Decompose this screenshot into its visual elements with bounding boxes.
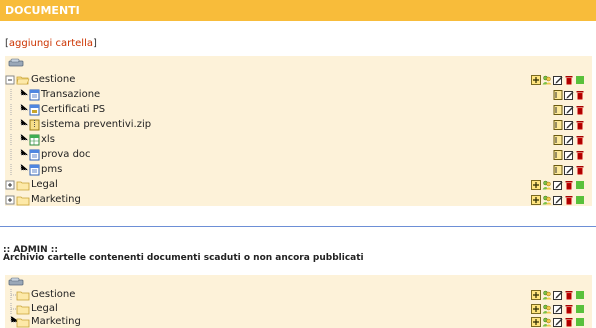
tree-file-transazione[interactable]: Transazione xyxy=(5,89,592,101)
edit-icon[interactable] xyxy=(564,105,574,115)
tree-file-prova-doc[interactable]: prova doc xyxy=(5,149,592,161)
delete-icon[interactable] xyxy=(575,120,585,130)
documents-tree-panel: Gestione Transazione Certificati PS sist… xyxy=(5,56,592,206)
document-icon xyxy=(29,89,40,101)
file-label[interactable]: xls xyxy=(41,134,55,146)
tree-folder-label[interactable]: Gestione xyxy=(31,74,75,86)
delete-icon[interactable] xyxy=(564,317,574,327)
admin-folder-marketing[interactable]: Marketing xyxy=(5,316,592,328)
tree-file-certificati[interactable]: Certificati PS xyxy=(5,104,592,116)
add-file-icon[interactable] xyxy=(531,180,541,190)
edit-icon[interactable] xyxy=(553,75,563,85)
edit-icon[interactable] xyxy=(564,150,574,160)
folder-icon xyxy=(16,318,30,328)
edit-icon[interactable] xyxy=(553,195,563,205)
users-icon[interactable] xyxy=(542,290,552,300)
edit-icon[interactable] xyxy=(564,135,574,145)
tree-folder-label[interactable]: Legal xyxy=(31,179,58,191)
spreadsheet-icon xyxy=(29,134,40,146)
add-file-icon[interactable] xyxy=(531,304,541,314)
edit-icon[interactable] xyxy=(564,165,574,175)
tree-folder-label[interactable]: Marketing xyxy=(31,194,81,206)
file-label[interactable]: pms xyxy=(41,164,62,176)
admin-folder-label[interactable]: Marketing xyxy=(31,316,81,328)
section-title: DOCUMENTI xyxy=(0,0,596,21)
delete-icon[interactable] xyxy=(575,90,585,100)
users-icon[interactable] xyxy=(542,317,552,327)
folder-open-icon xyxy=(16,76,30,85)
edit-icon[interactable] xyxy=(564,90,574,100)
properties-icon[interactable] xyxy=(553,135,563,145)
delete-icon[interactable] xyxy=(575,165,585,175)
add-file-icon[interactable] xyxy=(531,290,541,300)
file-label[interactable]: prova doc xyxy=(41,149,91,161)
folder-icon xyxy=(16,181,30,191)
folder-icon xyxy=(16,305,30,315)
zip-icon xyxy=(29,119,40,131)
users-icon[interactable] xyxy=(542,75,552,85)
tree-file-zip[interactable]: sistema preventivi.zip xyxy=(5,119,592,131)
admin-folder-label[interactable]: Legal xyxy=(31,303,58,315)
properties-icon[interactable] xyxy=(553,120,563,130)
admin-archive-panel: Gestione Legal Marketing xyxy=(5,275,592,328)
add-file-icon[interactable] xyxy=(531,317,541,327)
tree-file-pms[interactable]: pms xyxy=(5,164,592,176)
file-label[interactable]: Transazione xyxy=(41,89,100,101)
users-icon[interactable] xyxy=(542,180,552,190)
file-label[interactable]: Certificati PS xyxy=(41,104,105,116)
tree-folder-legal[interactable]: Legal xyxy=(5,179,592,191)
tree-folder-gestione[interactable]: Gestione xyxy=(5,74,592,86)
add-folder-link[interactable]: aggiungi cartella xyxy=(9,38,93,49)
document-icon xyxy=(29,149,40,161)
delete-icon[interactable] xyxy=(564,304,574,314)
admin-folder-label[interactable]: Gestione xyxy=(31,289,75,301)
drive-icon xyxy=(8,277,24,286)
admin-folder-gestione[interactable]: Gestione xyxy=(5,289,592,301)
delete-icon[interactable] xyxy=(575,135,585,145)
status-green-icon xyxy=(576,76,584,84)
status-green-icon xyxy=(576,291,584,299)
admin-folder-legal[interactable]: Legal xyxy=(5,303,592,315)
delete-icon[interactable] xyxy=(564,290,574,300)
properties-icon[interactable] xyxy=(553,165,563,175)
certificate-icon xyxy=(29,104,40,116)
file-label[interactable]: sistema preventivi.zip xyxy=(41,119,151,131)
document-icon xyxy=(29,164,40,176)
properties-icon[interactable] xyxy=(553,150,563,160)
add-file-icon[interactable] xyxy=(531,195,541,205)
drive-icon xyxy=(8,58,24,67)
edit-icon[interactable] xyxy=(553,290,563,300)
edit-icon[interactable] xyxy=(553,317,563,327)
properties-icon[interactable] xyxy=(553,105,563,115)
status-green-icon xyxy=(576,181,584,189)
tree-file-xls[interactable]: xls xyxy=(5,134,592,146)
delete-icon[interactable] xyxy=(575,150,585,160)
delete-icon[interactable] xyxy=(575,105,585,115)
folder-icon xyxy=(16,291,30,301)
admin-subtitle: Archivio cartelle contenenti documenti s… xyxy=(3,253,364,263)
properties-icon[interactable] xyxy=(553,90,563,100)
edit-icon[interactable] xyxy=(553,304,563,314)
status-green-icon xyxy=(576,318,584,326)
status-green-icon xyxy=(576,305,584,313)
delete-icon[interactable] xyxy=(564,75,574,85)
section-divider xyxy=(0,226,596,227)
edit-icon[interactable] xyxy=(553,180,563,190)
folder-icon xyxy=(16,196,30,206)
status-green-icon xyxy=(576,196,584,204)
add-file-icon[interactable] xyxy=(531,75,541,85)
add-folder-link-wrapper: [aggiungi cartella] xyxy=(5,38,97,49)
delete-icon[interactable] xyxy=(564,195,574,205)
tree-folder-marketing[interactable]: Marketing xyxy=(5,194,592,206)
edit-icon[interactable] xyxy=(564,120,574,130)
delete-icon[interactable] xyxy=(564,180,574,190)
users-icon[interactable] xyxy=(542,304,552,314)
users-icon[interactable] xyxy=(542,195,552,205)
